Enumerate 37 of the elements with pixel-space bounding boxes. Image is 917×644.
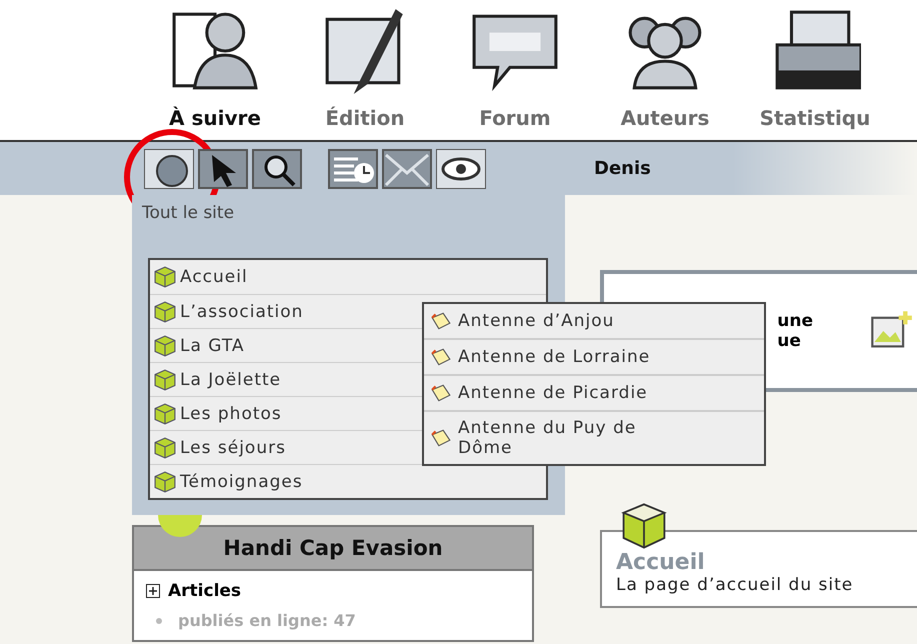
stat-text: publiés en ligne: 47 xyxy=(178,611,356,630)
note-icon xyxy=(430,310,452,332)
globe-icon[interactable] xyxy=(144,148,194,188)
user-name: Denis xyxy=(594,158,651,179)
mail-icon[interactable] xyxy=(382,148,432,188)
note-icon xyxy=(430,427,452,449)
submenu-item[interactable]: Antenne de Lorraine xyxy=(424,338,764,374)
menu-item[interactable]: Accueil xyxy=(150,260,546,294)
bullet-icon xyxy=(156,618,162,624)
cube-icon xyxy=(154,402,176,424)
section-label: Articles xyxy=(168,581,242,601)
cube-icon xyxy=(154,334,176,356)
note-icon xyxy=(430,346,452,368)
eye-icon[interactable] xyxy=(436,148,486,188)
info-text: une xyxy=(777,311,813,331)
note-icon xyxy=(430,382,452,404)
cube-icon xyxy=(620,502,668,550)
nav-tab[interactable]: Auteurs xyxy=(590,0,740,140)
info-text: ue xyxy=(777,331,802,351)
expand-icon[interactable] xyxy=(146,584,160,598)
submenu-item[interactable]: Antenne du Puy de Dôme xyxy=(424,410,764,464)
cube-icon xyxy=(154,470,176,492)
cube-icon xyxy=(154,300,176,322)
nav-tab[interactable]: Forum xyxy=(440,0,590,140)
cube-icon xyxy=(154,266,176,288)
cube-icon xyxy=(154,368,176,390)
card-description: La page d’accueil du site xyxy=(616,575,854,595)
nav-tab[interactable]: Édition xyxy=(290,0,440,140)
site-title: Handi Cap Evasion xyxy=(134,527,532,571)
cube-icon xyxy=(154,436,176,458)
nav-tab[interactable]: À suivre xyxy=(140,0,290,140)
submenu-item[interactable]: Antenne de Picardie xyxy=(424,374,764,410)
cursor-icon[interactable] xyxy=(198,148,248,188)
scope-label: Tout le site xyxy=(142,203,236,225)
search-icon[interactable] xyxy=(252,148,302,188)
clock-list-icon[interactable] xyxy=(328,148,378,188)
nav-tab[interactable]: Statistiqu xyxy=(740,0,890,140)
